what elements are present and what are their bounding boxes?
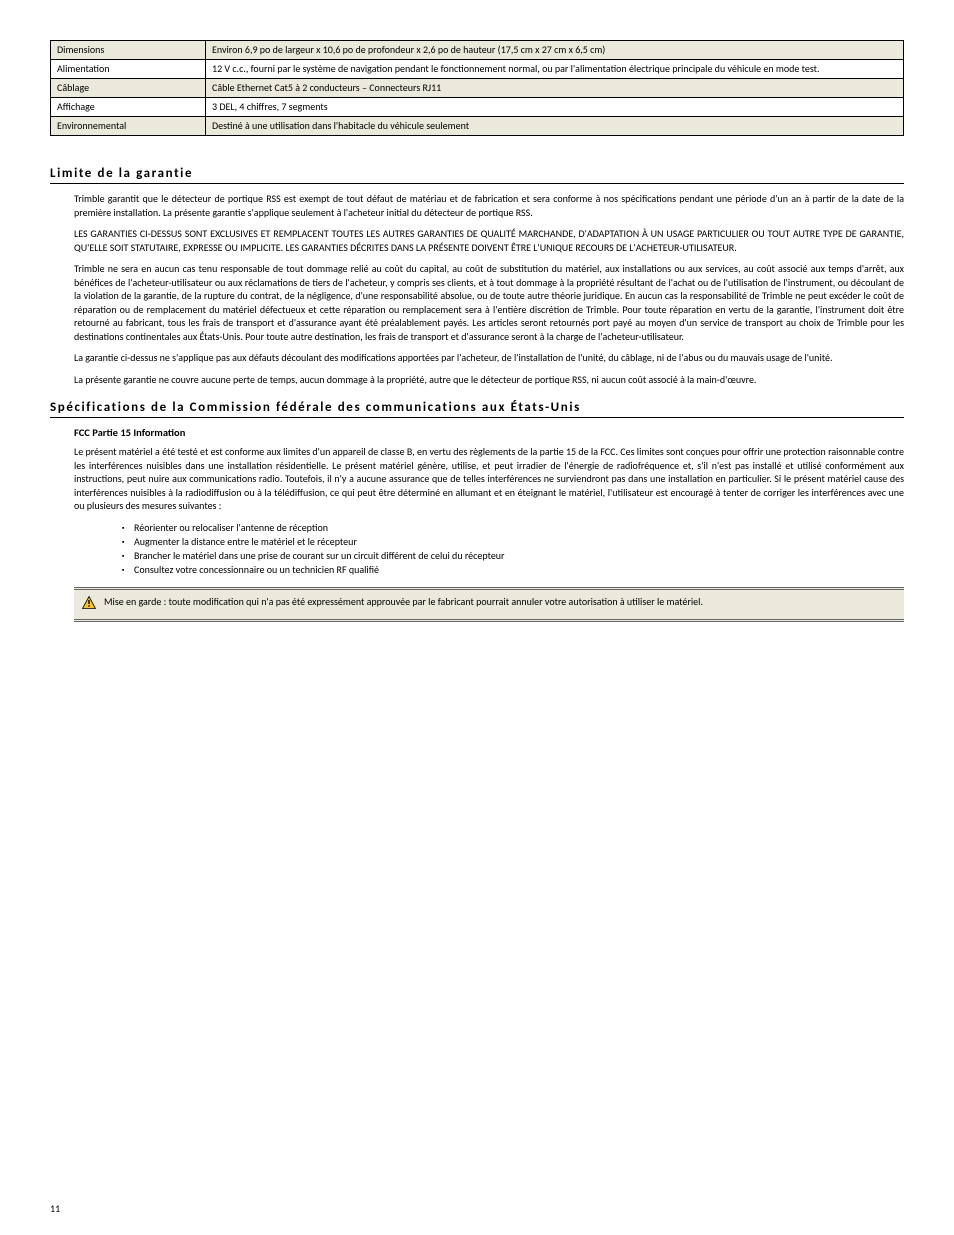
spec-label: Environnemental [51, 117, 206, 136]
warranty-heading: Limite de la garantie [50, 166, 904, 184]
caution-box: Mise en garde : toute modification qui n… [74, 587, 904, 622]
spec-value: Câble Ethernet Cat5 à 2 conducteurs – Co… [206, 79, 904, 98]
spec-label: Dimensions [51, 41, 206, 60]
list-item: Augmenter la distance entre le matériel … [122, 535, 904, 549]
fcc-measures-list: Réorienter ou relocaliser l'antenne de r… [50, 521, 904, 577]
table-row: Alimentation 12 V c.c., fourni par le sy… [51, 60, 904, 79]
warranty-paragraph: La garantie ci-dessus ne s'applique pas … [50, 351, 904, 365]
warranty-paragraph: La présente garantie ne couvre aucune pe… [50, 373, 904, 387]
fcc-heading: Spécifications de la Commission fédérale… [50, 400, 904, 418]
spec-value: Destiné à une utilisation dans l'habitac… [206, 117, 904, 136]
table-row: Dimensions Environ 6,9 po de largeur x 1… [51, 41, 904, 60]
specifications-table: Dimensions Environ 6,9 po de largeur x 1… [50, 40, 904, 136]
warranty-paragraph: LES GARANTIES CI-DESSUS SONT EXCLUSIVES … [50, 227, 904, 254]
list-item: Consultez votre concessionnaire ou un te… [122, 563, 904, 577]
fcc-subhead: FCC Partie 15 Information [50, 426, 904, 439]
spec-label: Alimentation [51, 60, 206, 79]
spec-value: 3 DEL, 4 chiffres, 7 segments [206, 98, 904, 117]
warranty-paragraph: Trimble garantit que le détecteur de por… [50, 192, 904, 219]
spec-label: Affichage [51, 98, 206, 117]
table-row: Câblage Câble Ethernet Cat5 à 2 conducte… [51, 79, 904, 98]
fcc-paragraph: Le présent matériel a été testé et est c… [50, 445, 904, 513]
warranty-paragraph: Trimble ne sera en aucun cas tenu respon… [50, 262, 904, 343]
list-item: Réorienter ou relocaliser l'antenne de r… [122, 521, 904, 535]
list-item: Brancher le matériel dans une prise de c… [122, 549, 904, 563]
warning-icon [82, 595, 96, 614]
spec-value: 12 V c.c., fourni par le système de navi… [206, 60, 904, 79]
table-row: Environnemental Destiné à une utilisatio… [51, 117, 904, 136]
spec-value: Environ 6,9 po de largeur x 10,6 po de p… [206, 41, 904, 60]
spec-label: Câblage [51, 79, 206, 98]
page-number: 11 [50, 1202, 60, 1215]
table-row: Affichage 3 DEL, 4 chiffres, 7 segments [51, 98, 904, 117]
caution-text: Mise en garde : toute modification qui n… [104, 595, 703, 608]
